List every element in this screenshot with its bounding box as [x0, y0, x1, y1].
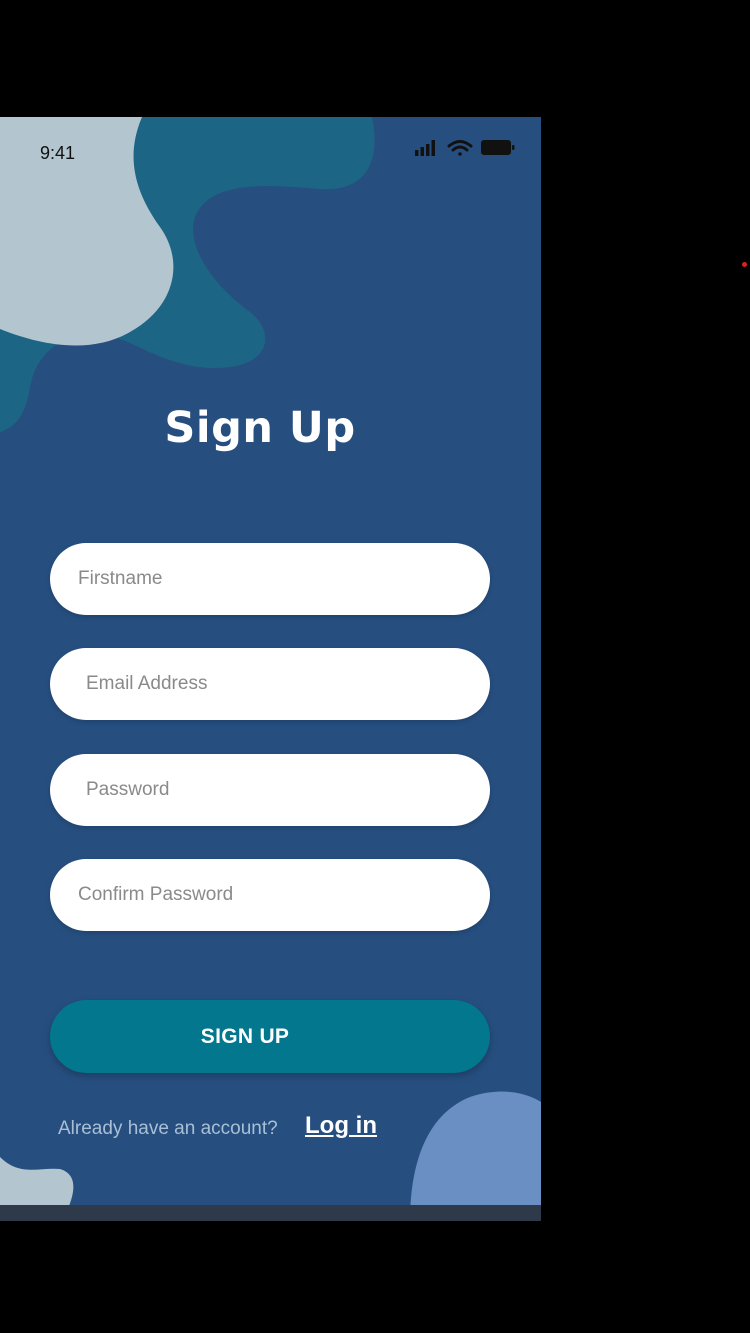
cursor-dot [742, 262, 747, 267]
status-time: 9:41 [40, 143, 76, 163]
bottom-bar [0, 1205, 541, 1221]
page-title: Sign Up [164, 403, 356, 453]
bottom-right-blob [410, 1091, 541, 1221]
phone-screen: 9:41 Sign Up SIGN UP Already have an acc… [0, 117, 541, 1221]
email-input[interactable] [50, 648, 490, 720]
signup-button[interactable]: SIGN UP [50, 1000, 490, 1073]
password-input[interactable] [50, 754, 490, 826]
wifi-icon [447, 140, 473, 156]
firstname-input[interactable] [50, 543, 490, 615]
confirm-password-input[interactable] [50, 859, 490, 931]
signal-icon [415, 140, 435, 156]
login-link[interactable]: Log in [305, 1112, 377, 1140]
status-icons [415, 140, 515, 156]
battery-icon [481, 140, 515, 155]
login-prompt-text: Already have an account? [58, 1118, 278, 1139]
